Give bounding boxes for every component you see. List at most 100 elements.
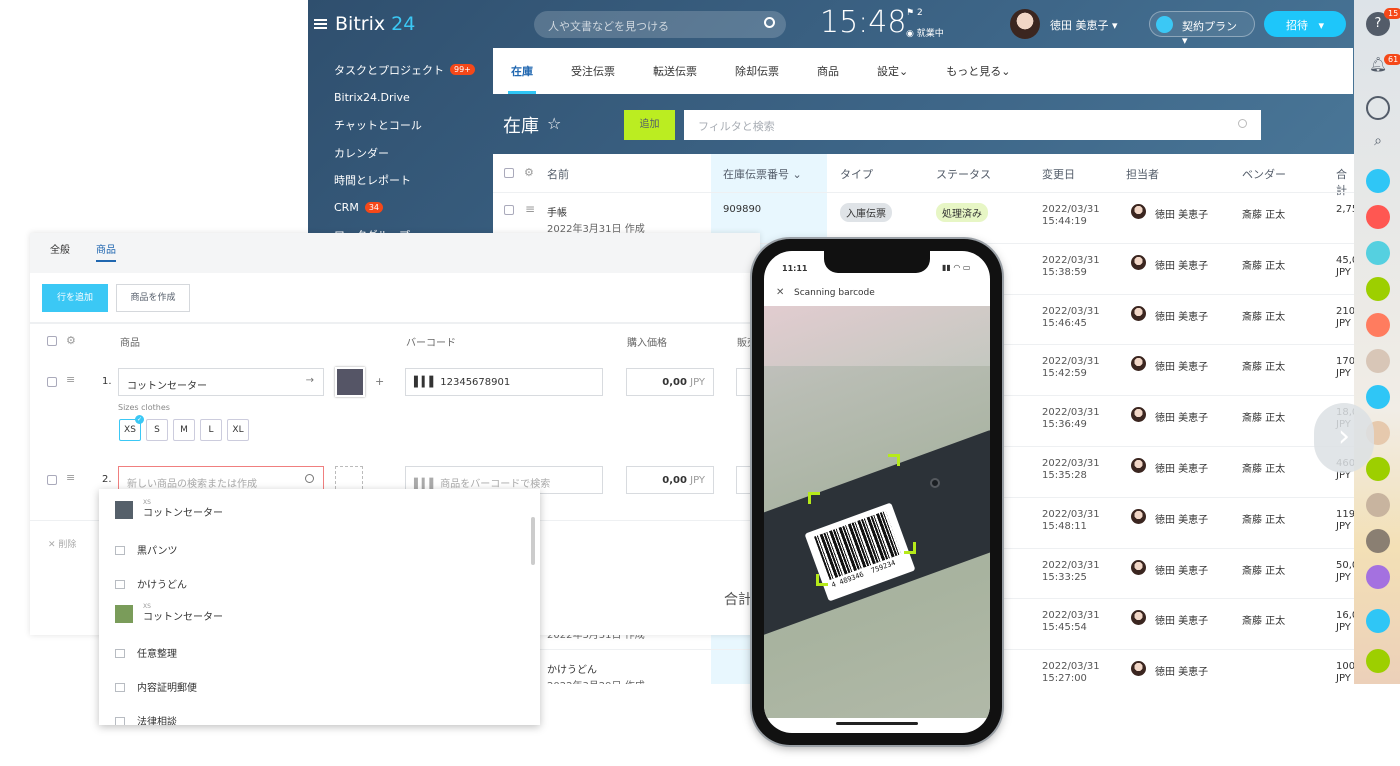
row-person[interactable]: 徳田 美恵子: [1155, 308, 1208, 323]
tab-3[interactable]: 除却伝票: [735, 48, 779, 94]
size-option[interactable]: S: [146, 419, 168, 441]
search-icon[interactable]: [1238, 119, 1247, 128]
video-call-icon[interactable]: [1366, 169, 1390, 193]
size-option[interactable]: L: [200, 419, 222, 441]
contact-avatar-icon[interactable]: [1366, 529, 1390, 553]
row-person[interactable]: 徳田 美恵子: [1155, 409, 1208, 424]
person-avatar[interactable]: [1131, 407, 1146, 423]
row-checkbox[interactable]: [504, 205, 514, 215]
product-image[interactable]: [335, 367, 365, 397]
person-avatar[interactable]: [1131, 661, 1146, 677]
row-vendor[interactable]: 斎藤 正太: [1242, 257, 1285, 272]
sidebar-item[interactable]: CRM 34: [334, 194, 475, 222]
row-vendor[interactable]: 斎藤 正太: [1242, 358, 1285, 373]
row-person[interactable]: 徳田 美恵子: [1155, 257, 1208, 272]
row-name-link[interactable]: かけうどん: [547, 661, 597, 676]
work-status[interactable]: ◉ 就業中: [906, 26, 944, 39]
row-person[interactable]: 徳田 美恵子: [1155, 206, 1208, 221]
header-status[interactable]: ステータス: [936, 166, 991, 182]
tab-general[interactable]: 全般: [50, 241, 70, 256]
video-icon[interactable]: [1366, 565, 1390, 589]
sidebar-item[interactable]: カレンダー: [334, 139, 475, 167]
person-avatar[interactable]: [1131, 356, 1146, 372]
header-person[interactable]: 担当者: [1126, 166, 1159, 182]
flag-counter[interactable]: ⚑ 2: [906, 8, 923, 18]
row-name-link[interactable]: 手帳: [547, 204, 567, 219]
close-icon[interactable]: ✕: [776, 287, 784, 298]
create-product-button[interactable]: 商品を作成: [116, 284, 190, 312]
person-avatar[interactable]: [1131, 305, 1146, 321]
lock-icon[interactable]: [1366, 385, 1390, 409]
person-avatar[interactable]: [1131, 610, 1146, 626]
crm-icon[interactable]: [1366, 277, 1390, 301]
settings-icon[interactable]: ⚙: [66, 334, 76, 347]
row-checkbox[interactable]: [47, 475, 57, 485]
user-menu[interactable]: 徳田 美恵子 ▾: [1050, 17, 1118, 33]
chevron-right-icon[interactable]: ›: [1314, 403, 1374, 473]
contact-avatar-icon[interactable]: [1366, 349, 1390, 373]
tab-products[interactable]: 商品: [96, 241, 116, 262]
header-date[interactable]: 変更日: [1042, 166, 1075, 182]
search-icon[interactable]: [764, 17, 775, 28]
row-person[interactable]: 徳田 美恵子: [1155, 511, 1208, 526]
user-avatar[interactable]: [1010, 9, 1040, 39]
row-person[interactable]: 徳田 美恵子: [1155, 663, 1208, 678]
list-item[interactable]: XS コットンセーター: [115, 603, 223, 623]
tab-2[interactable]: 転送伝票: [653, 48, 697, 94]
row-vendor[interactable]: 斎藤 正太: [1242, 562, 1285, 577]
exit-icon[interactable]: [1366, 609, 1390, 633]
row-vendor[interactable]: 斎藤 正太: [1242, 206, 1285, 221]
list-item[interactable]: XS コットンセーター: [115, 499, 223, 519]
list-item[interactable]: 任意整理: [115, 645, 177, 660]
row-person[interactable]: 徳田 美恵子: [1155, 358, 1208, 373]
search-icon[interactable]: ⌕: [1366, 133, 1390, 157]
row-vendor[interactable]: 斎藤 正太: [1242, 409, 1285, 424]
search-icon[interactable]: [305, 474, 314, 483]
arrow-right-icon[interactable]: →: [306, 375, 314, 386]
delete-button[interactable]: ✕ 削除: [48, 537, 76, 550]
price-input[interactable]: 0,00 JPY: [626, 466, 714, 494]
person-avatar[interactable]: [1131, 559, 1146, 575]
person-avatar[interactable]: [1131, 508, 1146, 524]
header-vendor[interactable]: ベンダー: [1242, 166, 1286, 182]
row-checkbox[interactable]: [47, 377, 57, 387]
row-vendor[interactable]: 斎藤 正太: [1242, 511, 1285, 526]
header-doc-number[interactable]: 在庫伝票番号 ⌄: [723, 166, 802, 182]
add-button[interactable]: 追加: [624, 110, 675, 140]
add-image-icon[interactable]: +: [375, 375, 384, 388]
header-type[interactable]: タイプ: [840, 166, 873, 182]
row-vendor[interactable]: 斎藤 正太: [1242, 460, 1285, 475]
menu-icon[interactable]: [314, 19, 327, 29]
person-avatar[interactable]: [1131, 254, 1146, 270]
crm-icon[interactable]: [1366, 457, 1390, 481]
row-person[interactable]: 徳田 美恵子: [1155, 460, 1208, 475]
list-item[interactable]: 法律相談: [115, 713, 177, 725]
scrollbar[interactable]: [531, 517, 535, 565]
size-option[interactable]: M: [173, 419, 195, 441]
row-menu-icon[interactable]: ≡: [525, 202, 535, 216]
sidebar-item[interactable]: Bitrix24.Drive: [334, 84, 475, 112]
tab-5[interactable]: 設定 ⌄: [877, 48, 908, 94]
row-vendor[interactable]: 斎藤 正太: [1242, 308, 1285, 323]
phone-icon[interactable]: [1366, 649, 1390, 673]
sidebar-item[interactable]: チャットとコール: [334, 111, 475, 139]
row-person[interactable]: 徳田 美恵子: [1155, 612, 1208, 627]
select-all-checkbox[interactable]: [47, 336, 57, 346]
tab-6[interactable]: もっと見る ⌄: [946, 48, 1010, 94]
product-name-input[interactable]: コットンセーター →: [118, 368, 324, 396]
sidebar-item[interactable]: 時間とレポート: [334, 166, 475, 194]
tab-0[interactable]: 在庫: [508, 48, 536, 94]
list-item[interactable]: かけうどん: [115, 576, 187, 591]
row-person[interactable]: 徳田 美恵子: [1155, 562, 1208, 577]
invite-button[interactable]: 招待 ▾: [1264, 11, 1346, 37]
person-avatar[interactable]: [1131, 204, 1146, 219]
sidebar-item[interactable]: タスクとプロジェクト 99+: [334, 56, 475, 84]
drag-handle-icon[interactable]: ≡: [66, 471, 75, 484]
row-vendor[interactable]: 斎藤 正太: [1242, 612, 1285, 627]
star-icon[interactable]: ☆: [547, 114, 561, 133]
header-name[interactable]: 名前: [547, 166, 569, 182]
logo[interactable]: Bitrix 24: [314, 13, 415, 35]
drag-handle-icon[interactable]: ≡: [66, 373, 75, 386]
chat-icon[interactable]: [1366, 96, 1390, 120]
global-search-input[interactable]: 人や文書などを見つける: [534, 11, 786, 38]
